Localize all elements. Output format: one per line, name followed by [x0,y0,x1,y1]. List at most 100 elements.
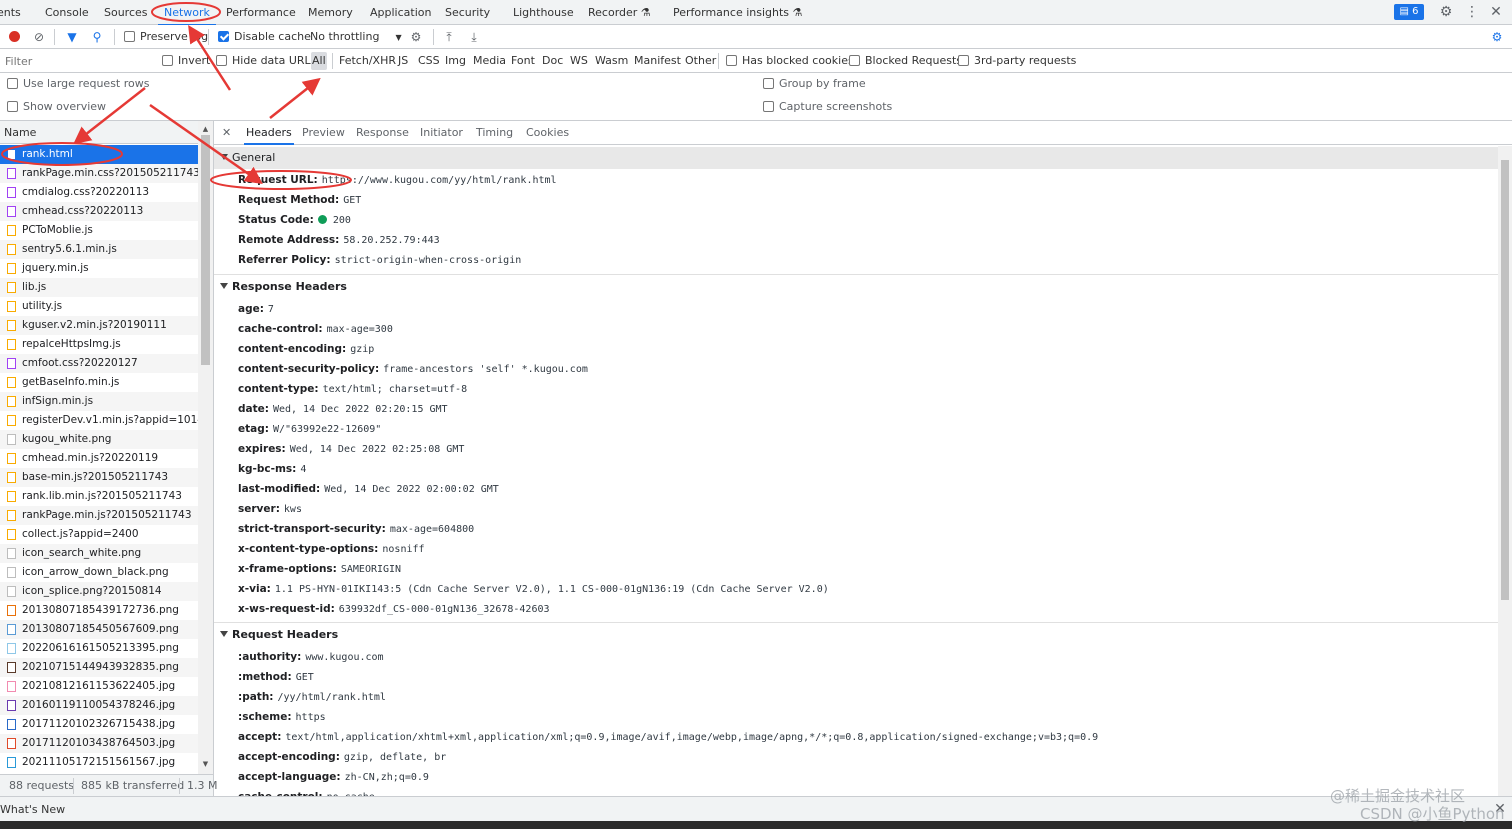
request-row[interactable]: rankPage.min.js?201505211743 [0,506,198,525]
details-scrollbar[interactable] [1498,146,1512,796]
tab-network[interactable]: Network [158,0,216,26]
record-icon[interactable] [6,29,22,45]
request-row[interactable]: base-min.js?201505211743 [0,468,198,487]
request-row[interactable]: repalceHttpsImg.js [0,335,198,354]
filter-type-font[interactable]: Font [510,52,536,70]
filter-type-wasm[interactable]: Wasm [594,52,629,70]
preserve-log-checkbox[interactable]: Preserve log [124,25,208,49]
filter-type-fetch-xhr[interactable]: Fetch/XHR [338,52,397,70]
disable-cache-checkbox[interactable]: Disable cache [218,25,311,49]
request-row[interactable]: cmhead.css?20220113 [0,202,198,221]
capture-screenshots-checkbox[interactable]: Capture screenshots [763,97,892,117]
tab-recorder[interactable]: Recorder ⚗ [588,0,651,25]
tab-response[interactable]: Response [356,121,409,145]
tab-cookies[interactable]: Cookies [526,121,569,145]
tab-console[interactable]: Console [45,0,89,25]
tab-application[interactable]: Application [370,0,431,25]
filter-type-img[interactable]: Img [444,52,467,70]
tab-performance[interactable]: Performance [226,0,296,25]
request-row[interactable]: icon_search_white.png [0,544,198,563]
request-row[interactable]: rank.lib.min.js?201505211743 [0,487,198,506]
request-row[interactable]: sentry5.6.1.min.js [0,240,198,259]
request-list-scrollbar[interactable]: ▲ ▼ [198,121,213,774]
request-row[interactable]: rank.html [0,145,198,164]
request-row[interactable]: 20220616161505213395.png [0,639,198,658]
tab-headers[interactable]: Headers [244,121,294,145]
filter-icon[interactable]: ▼ [64,29,80,45]
request-row[interactable]: utility.js [0,297,198,316]
scrollbar-thumb[interactable] [1501,160,1509,600]
request-row[interactable]: kguser.v2.min.js?20190111 [0,316,198,335]
group-by-frame-checkbox[interactable]: Group by frame [763,74,866,94]
tab-sources[interactable]: Sources [104,0,148,25]
network-settings-gear-icon[interactable]: ⚙ [1489,29,1505,45]
request-row[interactable]: kugou_white.png [0,430,198,449]
close-detail-icon[interactable]: ✕ [222,121,231,145]
tab-elements[interactable]: ents [0,0,21,25]
request-row[interactable]: 20160119110054378246.jpg [0,696,198,715]
request-row[interactable]: 20210812161153622405.jpg [0,677,198,696]
filter-type-manifest[interactable]: Manifest [633,52,682,70]
request-row[interactable]: 20130807185450567609.png [0,620,198,639]
filter-type-other[interactable]: Other [684,52,717,70]
whats-new-tab[interactable]: What's New [0,797,65,822]
request-row[interactable]: icon_splice.png?20150814 [0,582,198,601]
scroll-down-icon[interactable]: ▼ [198,758,213,770]
filter-type-css[interactable]: CSS [417,52,441,70]
filter-type-js[interactable]: JS [397,52,409,70]
tab-memory[interactable]: Memory [308,0,353,25]
request-row[interactable]: 20171120103438764503.jpg [0,734,198,753]
filter-type-all[interactable]: All [311,52,327,70]
show-overview-checkbox[interactable]: Show overview [7,97,106,117]
more-menu-icon[interactable]: ⋮ [1464,4,1480,20]
request-row[interactable]: jquery.min.js [0,259,198,278]
filter-type-ws[interactable]: WS [569,52,589,70]
request-row[interactable]: collect.js?appid=2400 [0,525,198,544]
request-row[interactable]: registerDev.v1.min.js?appid=1014&2 [0,411,198,430]
hide-data-urls-checkbox[interactable]: Hide data URLs [216,49,316,73]
third-party-requests-checkbox[interactable]: 3rd-party requests [958,49,1076,73]
close-icon[interactable]: ✕ [1488,4,1504,20]
request-row[interactable]: infSign.min.js [0,392,198,411]
issues-badge[interactable]: ▤ 6 [1394,4,1424,20]
throttling-select[interactable]: No throttling ▼ [310,25,402,49]
request-row[interactable]: 20210715144943932835.png [0,658,198,677]
blocked-requests-checkbox[interactable]: Blocked Requests [849,49,962,73]
response-headers-section-header[interactable]: Response Headers [214,276,1498,298]
request-row[interactable]: lib.js [0,278,198,297]
request-row[interactable]: icon_arrow_down_black.png [0,563,198,582]
large-rows-checkbox[interactable]: Use large request rows [7,74,149,94]
request-headers-section-header[interactable]: Request Headers [214,624,1498,646]
scrollbar-thumb[interactable] [201,135,210,365]
tab-performance-insights[interactable]: Performance insights ⚗ [673,0,802,25]
gear-icon[interactable]: ⚙ [1438,4,1454,20]
request-row[interactable]: 20130807185439172736.png [0,601,198,620]
request-row[interactable]: PCToMoblie.js [0,221,198,240]
request-row[interactable]: cmfoot.css?20220127 [0,354,198,373]
filter-input[interactable] [0,51,152,71]
request-row[interactable]: rankPage.min.css?201505211743 [0,164,198,183]
filter-type-media[interactable]: Media [472,52,507,70]
network-conditions-icon[interactable]: ⚙ [408,29,424,45]
general-section-header[interactable]: General [214,147,1498,169]
tab-preview[interactable]: Preview [302,121,345,145]
invert-checkbox[interactable]: Invert [162,49,210,73]
request-row[interactable]: getBaseInfo.min.js [0,373,198,392]
has-blocked-cookies-checkbox[interactable]: Has blocked cookies [726,49,854,73]
export-har-icon[interactable]: ⤓ [466,29,482,45]
tab-timing[interactable]: Timing [476,121,513,145]
scroll-up-icon[interactable]: ▲ [198,123,213,135]
name-column-header[interactable]: Name [0,121,213,144]
tab-lighthouse[interactable]: Lighthouse [513,0,574,25]
request-row[interactable]: 20211105172151561567.jpg [0,753,198,772]
clear-icon[interactable]: ⊘ [31,29,47,45]
request-row[interactable]: cmdialog.css?20220113 [0,183,198,202]
tab-initiator[interactable]: Initiator [420,121,463,145]
response-header-value: nosniff [382,544,425,555]
tab-security[interactable]: Security [445,0,490,25]
request-row[interactable]: 20171120102326715438.jpg [0,715,198,734]
import-har-icon[interactable]: ⤒ [441,29,457,45]
search-icon[interactable]: ⚲ [89,29,105,45]
request-row[interactable]: cmhead.min.js?20220119 [0,449,198,468]
filter-type-doc[interactable]: Doc [541,52,564,70]
